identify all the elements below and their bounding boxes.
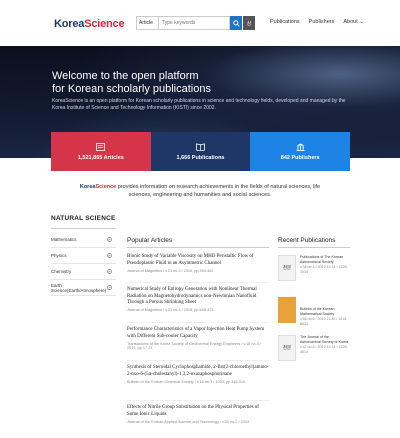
sidebar-item-label: Mathematics: [51, 237, 77, 242]
hero-title-line1: Welcome to the open platform: [52, 70, 199, 82]
article-meta: Journal of the Korean Applied Science an…: [127, 419, 250, 424]
article-meta: Journal of Magnetics / v.21 no.3 / 2016,…: [127, 268, 214, 273]
sidebar-item-mathematics[interactable]: Mathematics +: [51, 232, 116, 248]
stat-publishers[interactable]: 842 Publishers: [250, 132, 351, 171]
publication-cover[interactable]: 천문: [278, 335, 296, 361]
article-title[interactable]: Performance Characteristics of a Vapor I…: [127, 327, 269, 340]
logo-korea: Korea: [54, 18, 85, 30]
article-divider: [127, 360, 269, 361]
publication-info: Bulletin of the Korean Mathematical Soci…: [300, 307, 350, 326]
publications-icon: [196, 142, 205, 151]
chevron-down-icon: ⌄: [359, 19, 364, 25]
article-divider: [127, 400, 269, 401]
search-type-select[interactable]: Article: [136, 16, 158, 30]
nav-publishers[interactable]: Publishers: [309, 19, 335, 25]
search-button[interactable]: [230, 16, 242, 30]
hero-description: KoreaScience is an open platform for Kor…: [52, 98, 346, 111]
sidebar-title: NATURAL SCIENCE: [51, 215, 116, 222]
articles-icon: [96, 142, 106, 151]
plus-icon: +: [107, 237, 112, 242]
hero-title: Welcome to the open platform for Korean …: [52, 70, 211, 96]
article-title[interactable]: Effects of Nitrile Group Substitution on…: [127, 405, 269, 418]
hero-title-line2: for Korean scholarly publications: [52, 83, 211, 95]
stat-publications[interactable]: 1,666 Publications: [150, 132, 251, 171]
article-item[interactable]: Numerical Study of Entropy Generation wi…: [127, 287, 269, 312]
publication-info: Publications of The Korean Astronomical …: [300, 255, 350, 274]
nav-publications[interactable]: Publications: [270, 19, 300, 25]
article-meta: Bulletin of the Korean Chemical Society …: [127, 379, 246, 384]
recent-publications-title: Recent Publications: [278, 237, 336, 244]
sidebar-divider: [51, 228, 116, 229]
nav-about-label: About: [343, 19, 358, 25]
sidebar-list: Mathematics + Physics + Chemistry + Eart…: [51, 232, 116, 296]
publication-meta: v.56 no.6 / 2019.11.30 / 1015-8634: [300, 317, 348, 326]
article-meta: Journal of Magnetics / v.21 no.3 / 2016,…: [127, 308, 214, 312]
plus-icon: +: [107, 253, 112, 258]
search-icon: [232, 19, 240, 27]
publication-cover[interactable]: [278, 297, 296, 323]
stat-publishers-label: 842 Publishers: [280, 154, 320, 161]
detail-search-button[interactable]: 상: [243, 16, 255, 30]
plus-icon: +: [107, 269, 112, 274]
publication-meta: v.52 no.6 / 2019.12.31 / 1225-4614: [300, 345, 348, 354]
publication-name[interactable]: Publications of The Korean Astronomical …: [300, 255, 350, 264]
sidebar-item-earth-science[interactable]: Earth Science(Earth/Atmosphere) +: [51, 280, 116, 296]
article-meta: Transactions of the Korea Society of Geo…: [127, 341, 261, 350]
stats-bar: 1,521,865 Articles 1,666 Publications 84…: [51, 132, 351, 171]
publication-cover-text: 천문: [282, 345, 292, 350]
recent-divider: [278, 247, 350, 248]
search-bar: Article 상: [136, 16, 255, 30]
about-brand-science: Science: [95, 184, 117, 190]
publication-item[interactable]: 천문 The Journal of the Astronomical Socie…: [278, 335, 350, 375]
stat-articles-label: 1,521,865 Articles: [77, 154, 124, 161]
article-item[interactable]: Synthesis of Steroidal Cyclophosphamide,…: [127, 365, 269, 384]
sidebar-item-label: Earth Science(Earth/Atmosphere): [51, 282, 107, 293]
about-body: provides information on research achieve…: [116, 184, 321, 198]
publication-name[interactable]: The Journal of the Astronomical Society …: [300, 335, 350, 344]
publication-info: The Journal of the Astronomical Society …: [300, 335, 350, 354]
detail-search-label: 상: [246, 20, 252, 27]
stat-articles[interactable]: 1,521,865 Articles: [51, 132, 151, 171]
article-item[interactable]: Bionic Study of Variable Viscosity on MH…: [127, 254, 269, 273]
article-title[interactable]: Synthesis of Steroidal Cyclophosphamide,…: [127, 365, 269, 378]
plus-icon: +: [107, 285, 112, 290]
top-nav: Publications Publishers About ⌄: [270, 19, 364, 25]
search-input[interactable]: [158, 16, 230, 30]
nav-about[interactable]: About ⌄: [343, 19, 364, 25]
article-divider: [127, 322, 269, 323]
article-item[interactable]: Effects of Nitrile Group Substitution on…: [127, 405, 269, 424]
article-title[interactable]: Bionic Study of Variable Viscosity on MH…: [127, 254, 269, 267]
about-brand-korea: Korea: [79, 184, 96, 190]
article-title[interactable]: Numerical Study of Entropy Generation wi…: [127, 287, 269, 307]
publication-item[interactable]: 천문 Publications of The Korean Astronomic…: [278, 255, 350, 295]
sidebar-item-chemistry[interactable]: Chemistry +: [51, 264, 116, 280]
publication-item[interactable]: Bulletin of the Korean Mathematical Soci…: [278, 297, 350, 337]
stat-publications-label: 1,666 Publications: [176, 154, 225, 161]
popular-articles-title: Popular Articles: [127, 237, 173, 244]
publication-name[interactable]: Bulletin of the Korean Mathematical Soci…: [300, 307, 350, 316]
article-item[interactable]: Performance Characteristics of a Vapor I…: [127, 327, 269, 350]
logo-science: Science: [84, 18, 125, 30]
about-text: KoreaScience provides information on res…: [70, 184, 330, 199]
publication-cover[interactable]: 천문: [278, 255, 296, 281]
sidebar-item-physics[interactable]: Physics +: [51, 248, 116, 264]
search-type-label: Article: [139, 20, 153, 26]
koreascience-logo[interactable]: KoreaScience: [54, 18, 125, 30]
article-divider: [127, 282, 269, 283]
publishers-icon: [296, 142, 305, 151]
publication-meta: v.38 no.4 / 2019.12.31 / 1225-1534: [300, 265, 348, 274]
header: KoreaScience Article 상 Publications Publ…: [0, 0, 400, 46]
popular-divider: [127, 247, 269, 248]
sidebar-item-label: Physics: [51, 253, 67, 258]
sidebar-item-label: Chemistry: [51, 269, 72, 274]
publication-cover-text: 천문: [282, 265, 292, 270]
